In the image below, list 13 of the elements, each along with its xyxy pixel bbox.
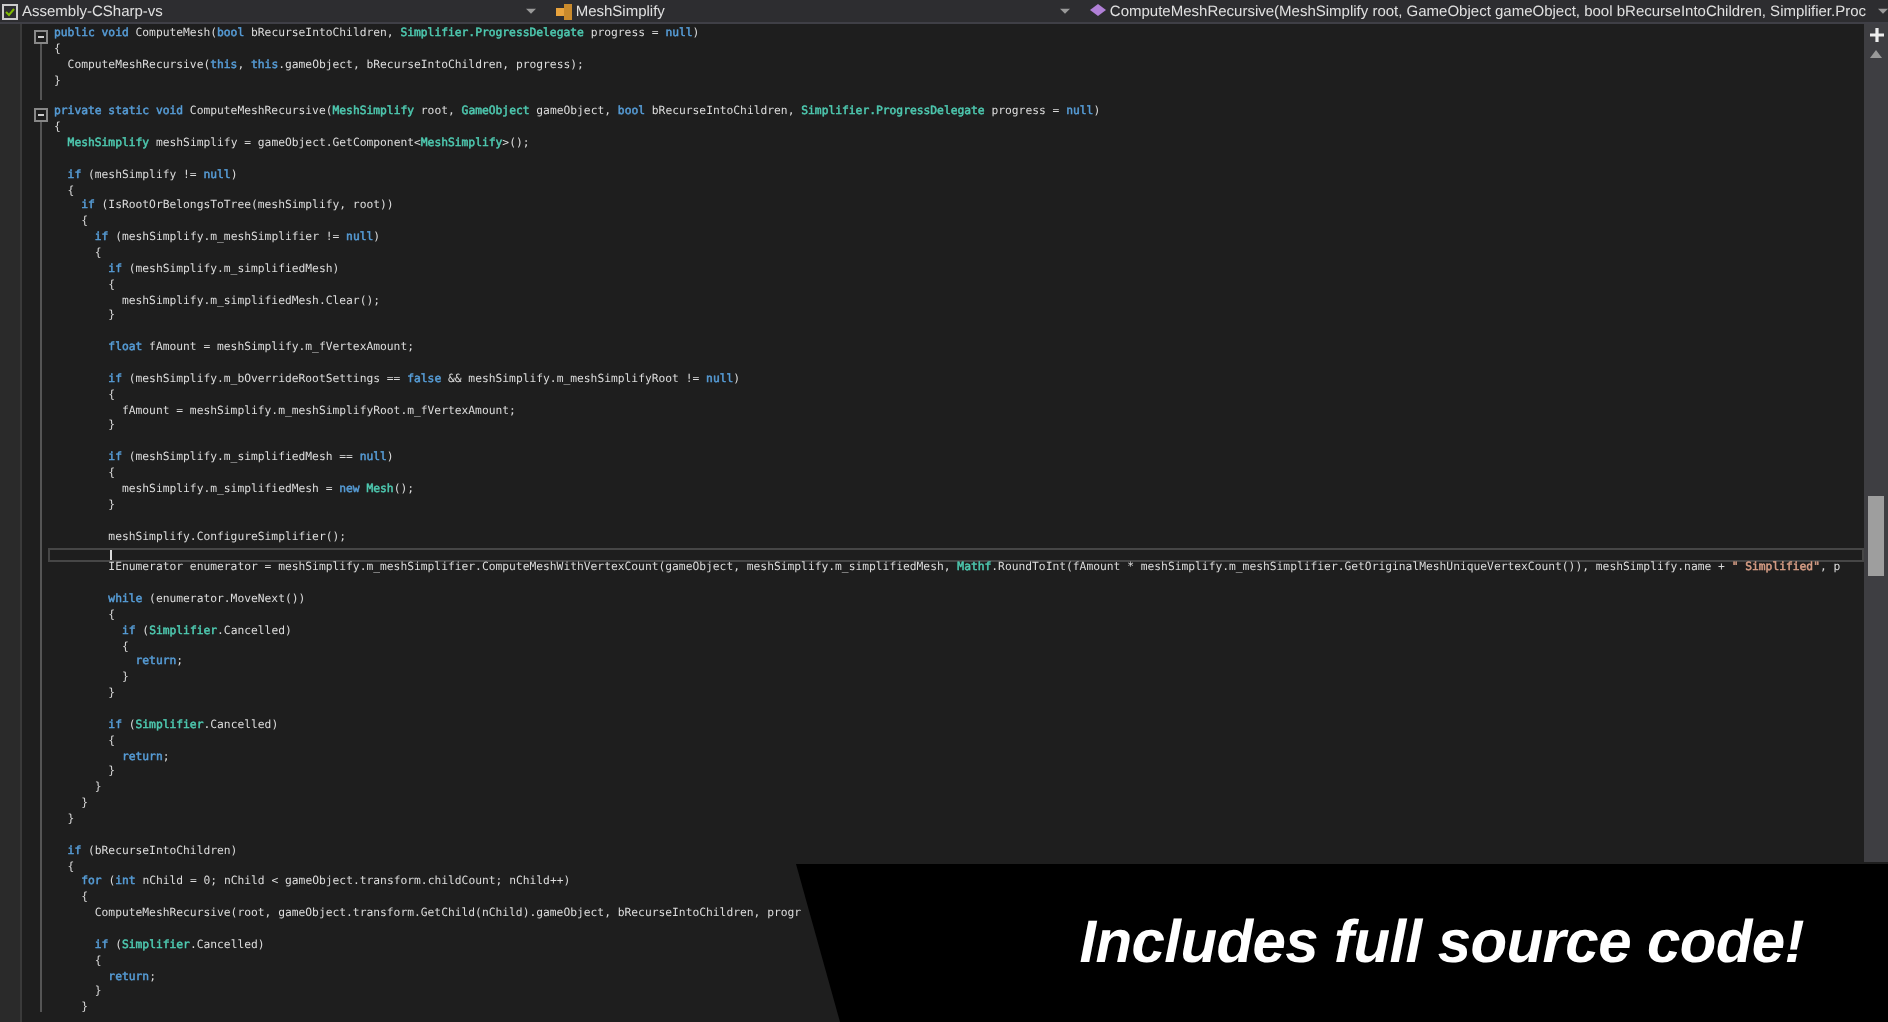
caret-icon <box>525 7 536 15</box>
split-icon[interactable] <box>1869 28 1883 42</box>
caret-icon <box>1878 7 1888 15</box>
method-icon <box>1089 3 1106 19</box>
class-icon <box>555 3 572 19</box>
scrollbar-thumb[interactable] <box>1868 496 1884 576</box>
project-icon <box>2 3 18 19</box>
banner-text: Includes full source code! <box>1079 909 1804 977</box>
caret-icon <box>1059 7 1070 15</box>
collapse-icon[interactable] <box>34 107 48 122</box>
collapse-icon[interactable] <box>34 29 48 43</box>
scroll-up-icon[interactable] <box>1870 50 1882 58</box>
vertical-scrollbar[interactable] <box>1864 24 1888 862</box>
